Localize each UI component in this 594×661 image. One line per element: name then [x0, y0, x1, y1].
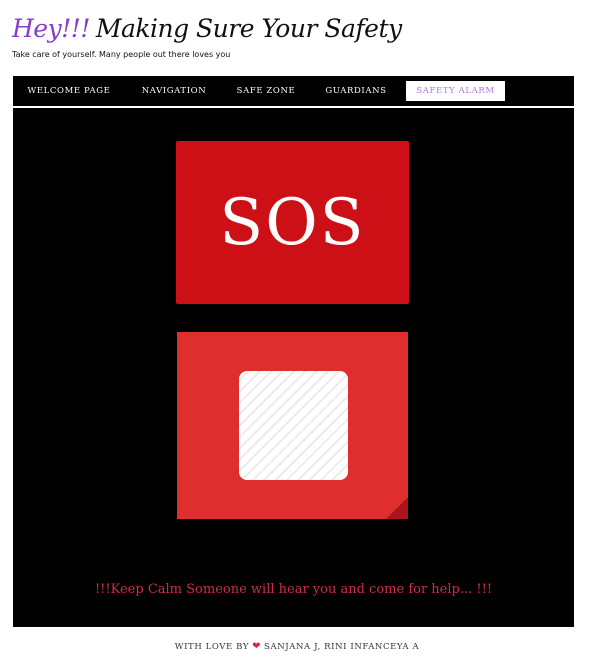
heart-icon: ❤: [252, 641, 262, 652]
site-title: Hey!!! Making Sure Your Safety: [12, 14, 402, 44]
nav-item-safe-zone[interactable]: Safe Zone: [233, 81, 299, 101]
stop-button-fold: [386, 497, 408, 519]
footer-prefix: With love by: [174, 642, 250, 652]
stop-icon: [239, 371, 348, 480]
site-title-hey: Hey!!!: [12, 14, 90, 43]
sos-label: SOS: [219, 185, 366, 260]
main-nav: Welcome Page Navigation Safe Zone Guardi…: [13, 76, 574, 108]
nav-item-guardians[interactable]: Guardians: [319, 81, 393, 101]
site-title-main: Making Sure Your Safety: [95, 14, 402, 43]
calm-message: !!!Keep Calm Someone will hear you and c…: [94, 582, 493, 597]
nav-item-welcome-page[interactable]: Welcome Page: [24, 81, 114, 101]
sos-button[interactable]: SOS: [176, 141, 409, 304]
stop-button[interactable]: [177, 332, 408, 519]
nav-item-safety-alarm[interactable]: Safety Alarm: [406, 81, 505, 101]
site-tagline: Take care of yourself. Many people out t…: [12, 50, 231, 59]
footer-authors: Sanjana J, Rini Infanceya A: [264, 642, 420, 652]
footer: With love by ❤ Sanjana J, Rini Infanceya A: [0, 641, 594, 652]
site-header: Hey!!! Making Sure Your Safety Take care …: [12, 10, 572, 66]
main-content: SOS !!!Keep Calm Someone will hear you a…: [13, 108, 574, 627]
nav-item-navigation[interactable]: Navigation: [133, 81, 215, 101]
